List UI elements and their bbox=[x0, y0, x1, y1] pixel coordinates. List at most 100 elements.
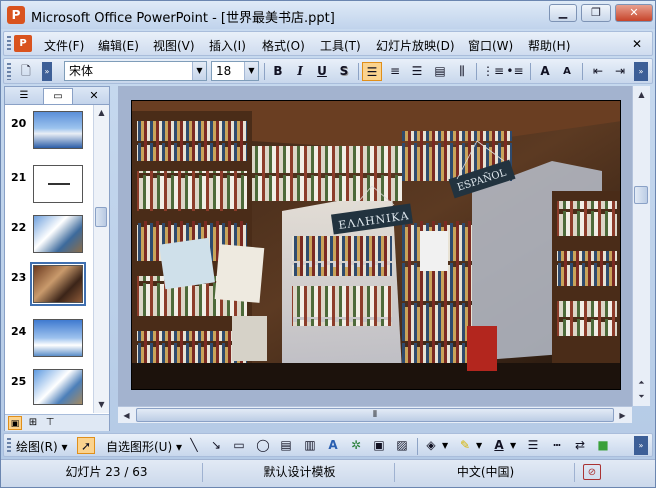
chevron-down-icon[interactable]: ▼ bbox=[192, 62, 206, 80]
chevron-down-icon[interactable]: ▼ bbox=[476, 441, 482, 450]
chevron-down-icon[interactable]: ▼ bbox=[244, 62, 258, 80]
draw-menu-button[interactable]: 绘图(R) ▾ bbox=[16, 438, 68, 455]
slides-panel-scrollbar[interactable]: ▲ ▼ bbox=[93, 105, 109, 413]
menu-help[interactable]: 帮助(H) bbox=[528, 37, 570, 54]
rectangle-tool-icon[interactable]: ▭ bbox=[230, 437, 248, 454]
slide-thumbnail-24[interactable] bbox=[33, 319, 83, 357]
scrollbar-thumb[interactable] bbox=[95, 207, 107, 227]
toolbar-grip-icon[interactable] bbox=[7, 63, 11, 80]
window-title: Microsoft Office PowerPoint - [世界最美书店.pp… bbox=[31, 11, 335, 26]
underline-button[interactable]: U bbox=[312, 62, 332, 81]
menu-bar: P 文件(F) 编辑(E) 视图(V) 插入(I) 格式(O) 工具(T) 幻灯… bbox=[3, 31, 653, 56]
wordart-icon[interactable]: A bbox=[324, 437, 342, 454]
menu-file[interactable]: 文件(F) bbox=[44, 37, 84, 54]
tab-slides-icon[interactable]: ▭ bbox=[43, 88, 73, 104]
menu-edit[interactable]: 编辑(E) bbox=[98, 37, 139, 54]
bold-button[interactable]: B bbox=[268, 62, 288, 81]
arrow-style-icon[interactable]: ⇄ bbox=[571, 437, 589, 454]
shadow-style-icon[interactable]: ■ bbox=[594, 437, 612, 454]
menu-insert[interactable]: 插入(I) bbox=[209, 37, 246, 54]
slide-thumbnail-25[interactable] bbox=[33, 369, 83, 405]
text-direction-icon[interactable]: ⫼ bbox=[452, 62, 472, 81]
align-right-icon[interactable]: ☰ bbox=[407, 62, 427, 81]
diagram-icon[interactable]: ✲ bbox=[347, 437, 365, 454]
arrow-tool-icon[interactable]: ↘ bbox=[207, 437, 225, 454]
chevron-down-icon[interactable]: ▼ bbox=[442, 441, 448, 450]
font-size-value: 18 bbox=[216, 64, 232, 78]
toolbar-options-icon[interactable]: » bbox=[634, 62, 648, 81]
slide-thumbnail-20[interactable] bbox=[33, 111, 83, 149]
slide-vertical-scrollbar[interactable]: ▲ ⏶ ⏷ bbox=[632, 86, 650, 406]
chevron-down-icon[interactable]: ▼ bbox=[510, 441, 516, 450]
next-slide-icon[interactable]: ⏷ bbox=[634, 389, 649, 404]
vertical-textbox-icon[interactable]: ▥ bbox=[301, 437, 319, 454]
slide-thumbnail-23[interactable] bbox=[30, 262, 86, 306]
menu-tools[interactable]: 工具(T) bbox=[320, 37, 361, 54]
font-color-icon[interactable]: A bbox=[490, 437, 508, 454]
scroll-right-icon[interactable]: ▶ bbox=[615, 408, 630, 423]
scroll-left-icon[interactable]: ◀ bbox=[119, 408, 134, 423]
menu-slideshow[interactable]: 幻灯片放映(D) bbox=[376, 37, 455, 54]
scroll-up-icon[interactable]: ▲ bbox=[94, 105, 109, 120]
slide-horizontal-scrollbar[interactable]: ◀ ⦀ ▶ bbox=[118, 406, 632, 423]
slides-panel: ☰ ▭ ✕ 20 21 22 23 24 25 ▲ ▼ ▣ ⊞ ⊤ bbox=[4, 86, 110, 431]
shadow-button[interactable]: S bbox=[334, 62, 354, 81]
toolbar-grip-icon[interactable] bbox=[7, 438, 11, 453]
clipart-icon[interactable]: ▣ bbox=[370, 437, 388, 454]
toolbar-options-icon[interactable]: » bbox=[42, 62, 52, 81]
close-window-button[interactable]: ✕ bbox=[615, 4, 653, 22]
autoshapes-menu-button[interactable]: 自选图形(U) ▾ bbox=[106, 438, 182, 455]
panel-tabs: ☰ ▭ ✕ bbox=[5, 87, 109, 105]
scrollbar-thumb[interactable]: ⦀ bbox=[136, 408, 614, 422]
font-size-combo[interactable]: 18 ▼ bbox=[211, 61, 259, 81]
close-panel-icon[interactable]: ✕ bbox=[83, 88, 105, 104]
decrease-font-button[interactable]: A bbox=[557, 62, 577, 81]
scroll-up-icon[interactable]: ▲ bbox=[634, 87, 649, 102]
increase-indent-icon[interactable]: ⇥ bbox=[610, 62, 630, 81]
numbering-icon[interactable]: ⋮≡ bbox=[482, 62, 504, 81]
fill-color-icon[interactable]: ◈ bbox=[422, 437, 440, 454]
scroll-down-icon[interactable]: ▼ bbox=[94, 397, 109, 412]
slide-sorter-icon[interactable]: ⊞ bbox=[26, 416, 40, 430]
insert-picture-icon[interactable]: ▨ bbox=[393, 437, 411, 454]
tab-outline-icon[interactable]: ☰ bbox=[9, 88, 39, 104]
normal-view-icon[interactable]: ▣ bbox=[8, 416, 22, 430]
design-template-status[interactable]: 默认设计模板 bbox=[205, 463, 395, 482]
dash-style-icon[interactable]: ┅ bbox=[548, 437, 566, 454]
line-tool-icon[interactable]: ╲ bbox=[185, 437, 203, 454]
maximize-button[interactable]: ❐ bbox=[581, 4, 611, 22]
line-style-icon[interactable]: ☰ bbox=[524, 437, 542, 454]
textbox-tool-icon[interactable]: ▤ bbox=[277, 437, 295, 454]
spelling-check-icon[interactable]: ⊘ bbox=[583, 464, 601, 480]
line-color-icon[interactable]: ✎ bbox=[456, 437, 474, 454]
menu-window[interactable]: 窗口(W) bbox=[468, 37, 513, 54]
font-name-combo[interactable]: 宋体 ▼ bbox=[64, 61, 207, 81]
bullets-icon[interactable]: •≡ bbox=[505, 62, 525, 81]
toolbar-grip-icon[interactable] bbox=[7, 36, 11, 51]
italic-button[interactable]: I bbox=[290, 62, 310, 81]
drawing-toolbar: 绘图(R) ▾ ➚ 自选图形(U) ▾ ╲ ↘ ▭ ◯ ▤ ▥ A ✲ ▣ ▨ … bbox=[3, 433, 653, 457]
scrollbar-thumb[interactable] bbox=[634, 186, 648, 204]
new-document-icon[interactable]: 🗋 bbox=[16, 62, 36, 81]
slideshow-icon[interactable]: ⊤ bbox=[43, 416, 57, 430]
decrease-indent-icon[interactable]: ⇤ bbox=[588, 62, 608, 81]
slide-number: 25 bbox=[11, 375, 27, 388]
align-center-icon[interactable]: ≡ bbox=[385, 62, 405, 81]
menu-view[interactable]: 视图(V) bbox=[153, 37, 195, 54]
previous-slide-icon[interactable]: ⏶ bbox=[634, 375, 649, 390]
minimize-button[interactable]: ▁ bbox=[549, 4, 577, 22]
slide-thumbnail-21[interactable] bbox=[33, 165, 83, 203]
oval-tool-icon[interactable]: ◯ bbox=[254, 437, 272, 454]
current-slide[interactable]: ΕΛΛΗΝΙΚΑ ESPAÑOL bbox=[131, 100, 621, 390]
increase-font-button[interactable]: A bbox=[535, 62, 555, 81]
close-document-icon[interactable]: ✕ bbox=[632, 37, 642, 51]
slide-number: 24 bbox=[11, 325, 27, 338]
font-name-value: 宋体 bbox=[69, 64, 94, 78]
menu-format[interactable]: 格式(O) bbox=[262, 37, 305, 54]
slide-thumbnail-22[interactable] bbox=[33, 215, 83, 253]
toolbar-options-icon[interactable]: » bbox=[634, 436, 648, 455]
select-pointer-icon[interactable]: ➚ bbox=[77, 437, 95, 454]
align-distributed-icon[interactable]: ▤ bbox=[430, 62, 450, 81]
document-icon[interactable]: P bbox=[14, 35, 32, 52]
align-left-icon[interactable]: ☰ bbox=[362, 62, 382, 81]
